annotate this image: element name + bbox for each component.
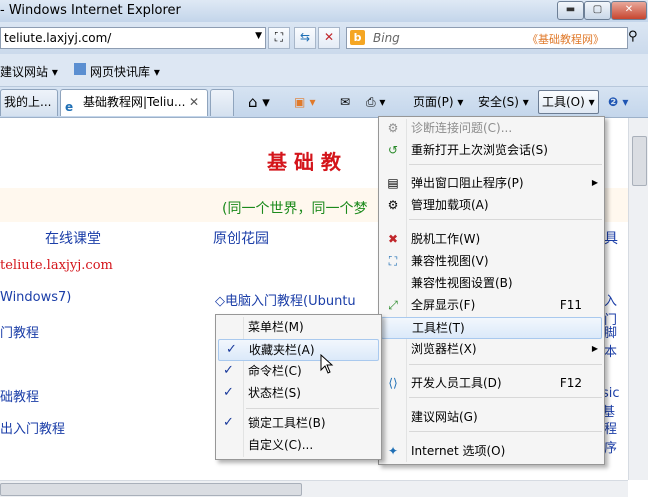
hscroll-thumb[interactable] <box>0 483 302 496</box>
window-title: - Windows Internet Explorer <box>0 3 181 18</box>
feeds-icon[interactable]: ▣ ▾ <box>294 92 316 112</box>
title-bar: - Windows Internet Explorer ▬ ▢ ✕ <box>0 0 648 22</box>
ie-icon: e <box>65 100 74 114</box>
menu-work-offline[interactable]: ✖ 脱机工作(W) <box>379 228 604 250</box>
address-bar-row: teliute.laxjyj.com/ ▼ ⛶ ⇆ ✕ b Bing 《基础教程… <box>0 22 648 54</box>
menu-suggested-sites[interactable]: 建议网站(G) <box>379 406 604 428</box>
compat-view-button[interactable]: ⛶ <box>268 27 290 49</box>
new-tab-button[interactable] <box>210 89 234 116</box>
site-heading: 基 础 教 <box>267 150 341 174</box>
submenu-menu-bar[interactable]: 菜单栏(M) <box>216 316 381 338</box>
fullscreen-icon: ⤢ <box>388 298 398 312</box>
tab-1-label: 我的上... <box>4 95 52 109</box>
site-subtitle: (同一个世界，同一个梦 <box>222 201 368 217</box>
web-slice-icon <box>74 63 86 75</box>
offline-icon: ✖ <box>387 232 399 246</box>
menu-compat-view[interactable]: ⛶ 兼容性视图(V) <box>379 250 604 272</box>
tools-menu: ⚙ 诊断连接问题(C)... ↺ 重新打开上次浏览会话(S) ▤ 弹出窗口阻止程序(P… <box>378 116 605 465</box>
maximize-button[interactable]: ▢ <box>584 1 611 20</box>
print-icon[interactable]: ⎙ ▾ <box>366 92 385 112</box>
tab-row: 我的上... e 基础教程网|Teliu... ✕ ⌂ ▾ ▣ ▾ ✉ ⎙ ▾ … <box>0 87 648 118</box>
address-url: teliute.laxjyj.com/ <box>4 31 112 45</box>
horizontal-scrollbar[interactable] <box>0 480 628 497</box>
check-icon: ✓ <box>226 342 237 357</box>
safety-menu-label: 安全(S) <box>478 95 519 109</box>
check-icon: ✓ <box>223 415 234 430</box>
vertical-scrollbar[interactable] <box>628 118 648 480</box>
bing-icon: b <box>350 30 365 45</box>
link-program[interactable]: 程序 <box>604 418 628 456</box>
search-site-label: 《基础教程网》 <box>527 33 604 46</box>
tab-2-label: 基础教程网|Teliu... <box>83 95 186 109</box>
link-intro-basic[interactable]: 出入门教程 <box>0 418 65 437</box>
link-intro-tutorial[interactable]: 门教程 <box>0 322 39 341</box>
internet-options-icon: ✦ <box>387 444 399 458</box>
search-icon[interactable]: ⚲ <box>628 29 638 44</box>
tools-menu-label: 工具(O) <box>542 95 585 109</box>
nav-link-online-class[interactable]: 在线课堂 <box>45 228 101 248</box>
reopen-session-icon: ↺ <box>387 143 399 157</box>
submenu-status-bar[interactable]: ✓ 状态栏(S) <box>216 382 381 404</box>
toolbars-submenu: 菜单栏(M) ✓ 收藏夹栏(A) ✓ 命令栏(C) ✓ 状态栏(S) ✓ 锁定工具栏(B… <box>215 314 382 460</box>
popup-blocker-icon: ▤ <box>387 176 399 190</box>
menu-fullscreen[interactable]: ⤢ 全屏显示(F) F11 <box>379 294 604 316</box>
submenu-command-bar[interactable]: ✓ 命令栏(C) <box>216 360 381 382</box>
link-basic-tutorial[interactable]: 础教程 <box>0 386 39 405</box>
menu-internet-options[interactable]: ✦ Internet 选项(O) <box>379 440 604 462</box>
favorites-item-suggested[interactable]: 建议网站 ▾ <box>0 63 58 80</box>
tab-2[interactable]: e 基础教程网|Teliu... ✕ <box>60 89 208 116</box>
submenu-customize[interactable]: 自定义(C)... <box>216 434 381 456</box>
link-ubuntu[interactable]: ◇电脑入门教程(Ubuntu <box>215 290 356 309</box>
menu-reopen-session[interactable]: ↺ 重新打开上次浏览会话(S) <box>379 139 604 161</box>
search-input[interactable]: b Bing 《基础教程网》 <box>346 27 628 49</box>
stop-icon[interactable]: ✕ <box>318 27 340 49</box>
cursor-icon <box>320 354 334 374</box>
help-icon[interactable]: ❷ ▾ <box>608 92 628 112</box>
link-windows7[interactable]: Windows7) <box>0 290 71 305</box>
submenu-lock-toolbars[interactable]: ✓ 锁定工具栏(B) <box>216 412 381 434</box>
menu-dev-tools[interactable]: ⟨⟩ 开发人员工具(D) F12 <box>379 372 604 394</box>
menu-toolbars[interactable]: 工具栏(T) <box>381 317 602 339</box>
menu-diagnose[interactable]: ⚙ 诊断连接问题(C)... <box>379 117 604 139</box>
menu-compat-view-settings[interactable]: 兼容性视图设置(B) <box>379 272 604 294</box>
page-menu-label: 页面(P) <box>413 95 454 109</box>
menu-manage-addons[interactable]: ⚙ 管理加载项(A) <box>379 194 604 216</box>
read-mail-icon[interactable]: ✉ <box>340 92 350 112</box>
favorites-bar: 建议网站 ▾ 网页快讯库 ▾ <box>0 54 648 87</box>
check-icon: ✓ <box>223 385 234 400</box>
scrollbar-thumb[interactable] <box>632 136 647 186</box>
menu-popup-blocker[interactable]: ▤ 弹出窗口阻止程序(P) ▶ <box>379 172 604 194</box>
safety-menu-button[interactable]: 安全(S) ▾ <box>478 92 529 112</box>
nav-link-tools[interactable]: 具 <box>604 228 618 248</box>
site-domain: teliute.laxjyj.com <box>0 258 113 273</box>
favorites-item-webslice[interactable]: 网页快讯库 ▾ <box>90 63 160 80</box>
page-menu-button[interactable]: 页面(P) ▾ <box>413 92 463 112</box>
tab-1[interactable]: 我的上... <box>0 89 58 116</box>
link-script[interactable]: 脚本 <box>604 322 628 360</box>
addons-icon: ⚙ <box>387 198 399 212</box>
nav-link-original-garden[interactable]: 原创花园 <box>213 228 269 248</box>
compat-view-icon: ⛶ <box>388 254 398 268</box>
refresh-icon[interactable]: ⇆ <box>294 27 316 49</box>
close-window-button[interactable]: ✕ <box>611 1 647 20</box>
menu-explorer-bars[interactable]: 浏览器栏(X) ▶ <box>379 338 604 360</box>
diagnose-icon: ⚙ <box>387 121 399 135</box>
tools-menu-button[interactable]: 工具(O) ▾ <box>538 90 599 114</box>
address-input[interactable]: teliute.laxjyj.com/ ▼ <box>0 27 266 49</box>
submenu-favorites-bar[interactable]: ✓ 收藏夹栏(A) <box>218 339 379 361</box>
address-dropdown-icon[interactable]: ▼ <box>255 31 262 41</box>
close-tab-icon[interactable]: ✕ <box>189 90 199 114</box>
link-basic-right[interactable]: sic基 <box>602 386 628 420</box>
minimize-button[interactable]: ▬ <box>557 1 584 20</box>
home-icon[interactable]: ⌂ ▾ <box>248 92 270 112</box>
search-provider: Bing <box>373 31 400 45</box>
dev-tools-icon: ⟨⟩ <box>388 376 398 390</box>
check-icon: ✓ <box>223 363 234 378</box>
